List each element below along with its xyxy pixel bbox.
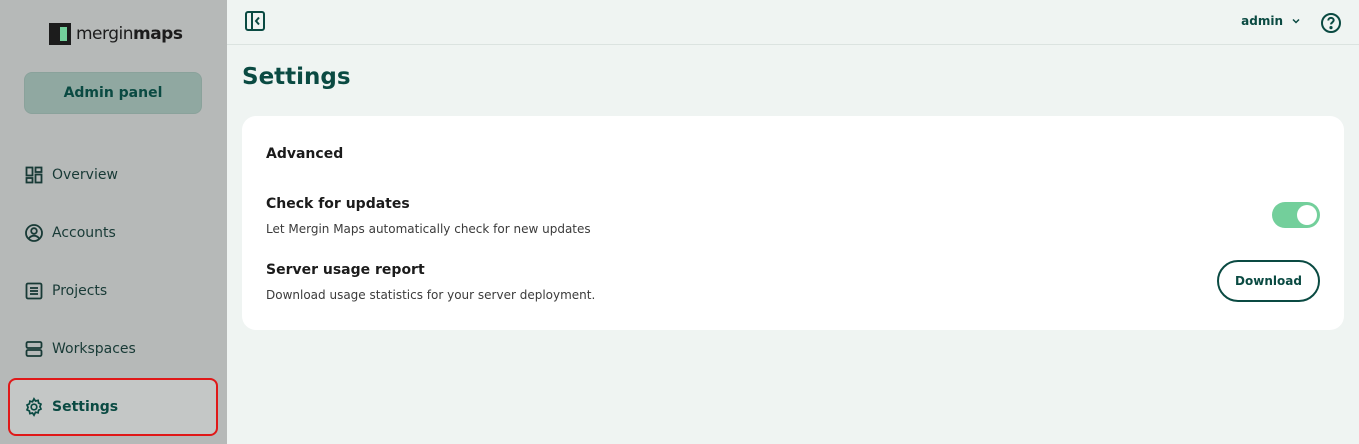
sidebar-item-label: Projects (52, 283, 108, 299)
sidebar-item-label: Accounts (52, 225, 116, 241)
user-menu[interactable]: admin (1241, 14, 1301, 28)
sidebar-item-workspaces[interactable]: Workspaces (8, 320, 218, 378)
help-icon[interactable] (1320, 12, 1342, 34)
chevron-down-icon (1292, 18, 1300, 24)
brand-name: merginmaps (76, 24, 183, 44)
sidebar-item-label: Settings (52, 399, 119, 415)
sidebar-item-projects[interactable]: Projects (8, 262, 218, 320)
usage-report-title: Server usage report (266, 262, 425, 278)
server-icon (25, 341, 43, 357)
collapse-sidebar-icon[interactable] (244, 10, 266, 32)
top-bar: admin (227, 0, 1359, 45)
sidebar-item-overview[interactable]: Overview (8, 146, 218, 204)
toggle-knob (1297, 205, 1317, 225)
check-updates-description: Let Mergin Maps automatically check for … (266, 222, 591, 236)
username: admin (1241, 14, 1283, 28)
sidebar-item-label: Workspaces (52, 341, 136, 357)
account-circle-icon (25, 224, 43, 242)
dashboard-icon (25, 166, 43, 184)
settings-card: Advanced Check for updates Let Mergin Ma… (242, 116, 1344, 330)
brand-logo[interactable]: merginmaps (48, 22, 183, 46)
sidebar-item-label: Overview (52, 167, 118, 183)
admin-panel-button[interactable]: Admin panel (24, 72, 202, 114)
list-icon (25, 282, 43, 300)
usage-report-description: Download usage statistics for your serve… (266, 288, 596, 302)
sidebar-item-accounts[interactable]: Accounts (8, 204, 218, 262)
page-title: Settings (242, 64, 351, 90)
check-updates-title: Check for updates (266, 196, 410, 212)
gear-icon (25, 397, 43, 417)
download-button[interactable]: Download (1217, 260, 1320, 302)
section-title: Advanced (266, 146, 344, 162)
sidebar-item-settings[interactable]: Settings (8, 378, 218, 436)
sidebar: merginmaps Admin panel Overview Accounts… (0, 0, 227, 444)
check-updates-toggle[interactable] (1272, 202, 1320, 228)
mergin-maps-logo-icon (49, 23, 71, 45)
